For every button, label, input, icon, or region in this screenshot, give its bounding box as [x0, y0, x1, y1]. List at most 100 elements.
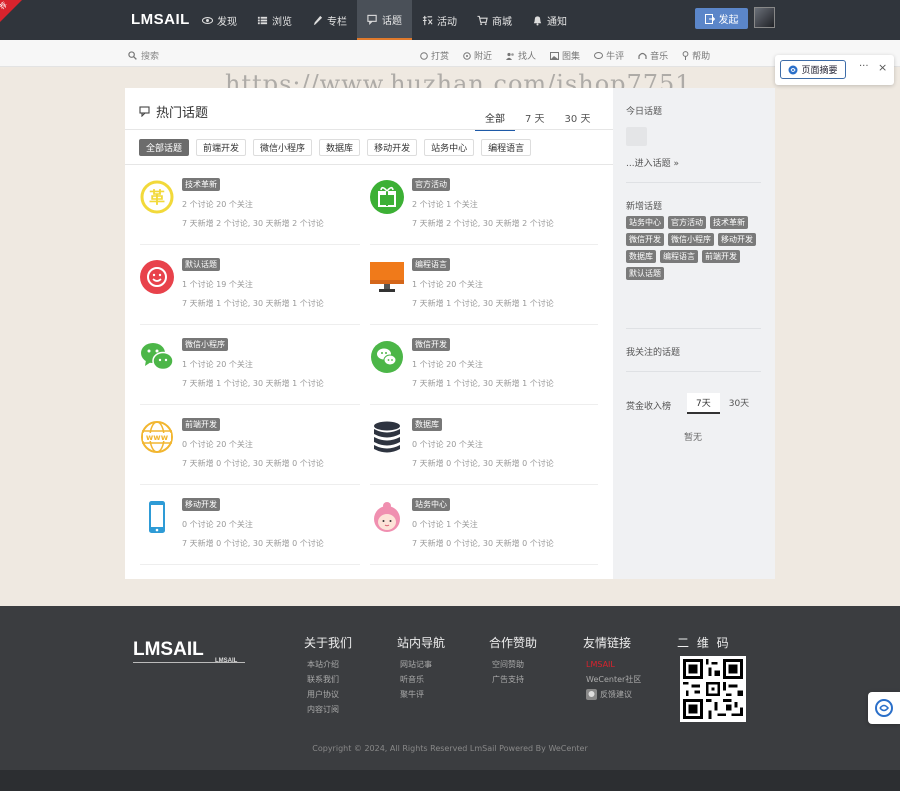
- summary-logo-icon: [788, 65, 798, 74]
- tab-30-days[interactable]: 30 天: [555, 110, 601, 131]
- wechat-icon[interactable]: [140, 340, 174, 374]
- category-chip[interactable]: 站务中心: [424, 139, 475, 156]
- popup-more-icon[interactable]: ···: [859, 61, 869, 72]
- footer-link[interactable]: WeCenter社区: [586, 672, 641, 687]
- footer-link[interactable]: 听音乐: [400, 672, 445, 687]
- topic-tag[interactable]: 编程语言: [412, 258, 450, 271]
- topic-tag[interactable]: 技术革新: [710, 216, 748, 229]
- topic-tag[interactable]: 微信小程序: [182, 338, 228, 351]
- user-avatar[interactable]: [754, 7, 775, 28]
- topic-card[interactable]: 微信小程序 1 个讨论 20 个关注 7 天新增 1 个讨论, 30 天新增 1…: [140, 336, 360, 406]
- headphones-icon: [638, 52, 647, 59]
- girl-icon[interactable]: [370, 500, 404, 534]
- footer-link[interactable]: 用户协议: [307, 687, 352, 702]
- topic-recent: 7 天新增 2 个讨论, 30 天新增 2 个讨论: [182, 219, 324, 228]
- link-nearby[interactable]: 附近: [463, 49, 492, 62]
- nav-shop[interactable]: 商城: [467, 0, 522, 40]
- topic-card[interactable]: 微信开发 1 个讨论 20 个关注 7 天新增 1 个讨论, 30 天新增 1 …: [370, 336, 590, 406]
- feedback-label: 反馈建议: [600, 690, 632, 699]
- topic-tag[interactable]: 默认话题: [626, 267, 664, 280]
- topic-tag[interactable]: 站务中心: [626, 216, 664, 229]
- category-chip[interactable]: 编程语言: [481, 139, 532, 156]
- topic-tag[interactable]: 默认话题: [182, 258, 220, 271]
- topic-tag[interactable]: 前端开发: [702, 250, 740, 263]
- tab-all[interactable]: 全部: [475, 110, 515, 131]
- topic-tag[interactable]: 数据库: [626, 250, 656, 263]
- footer-link[interactable]: LMSAIL: [586, 657, 641, 672]
- category-chip[interactable]: 全部话题: [139, 139, 190, 156]
- phone-icon[interactable]: [140, 500, 174, 534]
- topic-tag[interactable]: 技术革新: [182, 178, 220, 191]
- footer-qr-column: 二 维 码: [677, 634, 731, 657]
- topic-tag[interactable]: 官方活动: [412, 178, 450, 191]
- footer-link[interactable]: 聚牛评: [400, 687, 445, 702]
- link-reward-label: 打赏: [431, 52, 450, 62]
- search-box[interactable]: 搜索: [128, 49, 159, 62]
- topic-tag[interactable]: 官方活动: [668, 216, 706, 229]
- link-help[interactable]: 帮助: [682, 49, 710, 62]
- floating-assistant-button[interactable]: [868, 692, 900, 724]
- monitor-icon[interactable]: [370, 260, 404, 294]
- topic-tag[interactable]: 前端开发: [182, 418, 220, 431]
- topic-card[interactable]: 站务中心 0 个讨论 1 个关注 7 天新增 0 个讨论, 30 天新增 0 个…: [370, 496, 590, 566]
- activity-icon: [422, 15, 433, 25]
- category-chip[interactable]: 微信小程序: [253, 139, 313, 156]
- topic-card[interactable]: 移动开发 0 个讨论 20 个关注 7 天新增 0 个讨论, 30 天新增 0 …: [140, 496, 360, 566]
- topic-tag[interactable]: 移动开发: [182, 498, 220, 511]
- category-chip[interactable]: 移动开发: [367, 139, 418, 156]
- topic-tag[interactable]: 移动开发: [718, 233, 756, 246]
- topic-card[interactable]: www 前端开发 0 个讨论 20 个关注 7 天新增 0 个讨论, 30 天新…: [140, 416, 360, 486]
- wechat-round-icon[interactable]: [370, 340, 404, 374]
- gift-icon[interactable]: [370, 180, 404, 214]
- comment-icon: [594, 51, 604, 59]
- link-reviews[interactable]: 牛评: [594, 49, 624, 62]
- quick-links: 打赏 附近 找人 图集 牛评 音乐 帮助: [420, 49, 710, 62]
- footer-link[interactable]: 广告支持: [492, 672, 537, 687]
- topic-card[interactable]: 数据库 0 个讨论 20 个关注 7 天新增 0 个讨论, 30 天新增 0 个…: [370, 416, 590, 486]
- page-summary-button[interactable]: 页面摘要: [780, 60, 846, 79]
- nav-activity-label: 活动: [437, 16, 457, 28]
- database-icon[interactable]: [370, 420, 404, 454]
- topic-tag[interactable]: 数据库: [412, 418, 442, 431]
- footer-link[interactable]: 本站介绍: [307, 657, 352, 672]
- topic-card[interactable]: 官方活动 2 个讨论 1 个关注 7 天新增 2 个讨论, 30 天新增 2 个…: [370, 176, 590, 246]
- feedback-link[interactable]: 反馈建议: [586, 687, 641, 702]
- footer-link[interactable]: 网站记事: [400, 657, 445, 672]
- category-chip[interactable]: 数据库: [319, 139, 361, 156]
- category-chip[interactable]: 前端开发: [196, 139, 247, 156]
- link-reward[interactable]: 打赏: [420, 49, 449, 62]
- topic-tag[interactable]: 编程语言: [660, 250, 698, 263]
- www-icon[interactable]: www: [140, 420, 174, 454]
- link-music[interactable]: 音乐: [638, 49, 668, 62]
- nav-notifications[interactable]: 通知: [522, 0, 577, 40]
- comment-bubble-icon: [626, 127, 647, 146]
- nav-browse[interactable]: 浏览: [247, 0, 302, 40]
- smiley-icon[interactable]: [140, 260, 174, 294]
- topic-tag[interactable]: 微信小程序: [668, 233, 714, 246]
- topic-tag[interactable]: 微信开发: [412, 338, 450, 351]
- site-logo[interactable]: LMSAIL: [131, 11, 190, 28]
- footer-link[interactable]: 联系我们: [307, 672, 352, 687]
- search-input[interactable]: 搜索: [141, 49, 159, 62]
- link-people[interactable]: 找人: [506, 49, 536, 62]
- topic-card[interactable]: 默认话题 1 个讨论 19 个关注 7 天新增 1 个讨论, 30 天新增 1 …: [140, 256, 360, 326]
- rank-tab-30-days[interactable]: 30天: [720, 393, 758, 414]
- popup-close-icon[interactable]: ×: [878, 61, 887, 74]
- rank-tab-7-days[interactable]: 7天: [687, 393, 720, 414]
- footer-link[interactable]: 空间赞助: [492, 657, 537, 672]
- nav-column[interactable]: 专栏: [302, 0, 357, 40]
- nav-activity[interactable]: 活动: [412, 0, 467, 40]
- footer-link[interactable]: 内容订阅: [307, 702, 352, 717]
- publish-button[interactable]: 发起: [695, 8, 748, 29]
- topic-tag[interactable]: 站务中心: [412, 498, 450, 511]
- revolution-icon[interactable]: 革: [140, 180, 174, 214]
- topic-card[interactable]: 编程语言 1 个讨论 20 个关注 7 天新增 1 个讨论, 30 天新增 1 …: [370, 256, 590, 326]
- tab-7-days[interactable]: 7 天: [515, 110, 555, 131]
- topic-tag[interactable]: 微信开发: [626, 233, 664, 246]
- footer-logo[interactable]: LMSAIL: [133, 639, 204, 661]
- enter-topics-link[interactable]: ...进入话题 »: [626, 156, 679, 169]
- nav-discover[interactable]: 发现: [192, 0, 247, 40]
- topic-card[interactable]: 革 技术革新 2 个讨论 20 个关注 7 天新增 2 个讨论, 30 天新增 …: [140, 176, 360, 246]
- link-gallery[interactable]: 图集: [550, 49, 580, 62]
- nav-topics[interactable]: 话题: [357, 0, 412, 40]
